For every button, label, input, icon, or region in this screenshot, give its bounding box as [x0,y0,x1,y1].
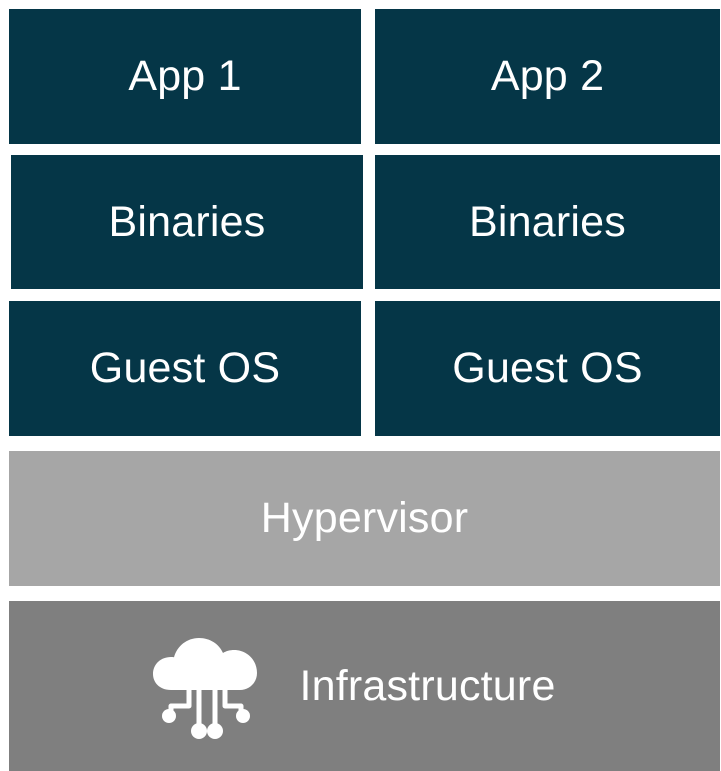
infrastructure-block: Infrastructure [9,601,720,771]
binaries-2-label: Binaries [469,197,626,246]
hypervisor-label: Hypervisor [260,494,469,542]
guest-os-1-block: Guest OS [9,301,361,436]
binaries-1-block: Binaries [11,155,363,289]
binaries-2-block: Binaries [375,155,720,289]
hypervisor-block: Hypervisor [9,451,720,586]
app-2-block: App 2 [375,9,720,144]
guest-os-2-label: Guest OS [452,344,643,392]
app-1-block: App 1 [9,9,361,144]
cloud-network-icon [153,638,258,739]
guest-os-1-label: Guest OS [89,344,281,392]
binaries-1-label: Binaries [108,197,266,246]
app-2-label: App 2 [490,52,605,100]
guest-os-2-block: Guest OS [375,301,720,436]
app-1-label: App 1 [128,52,242,100]
infrastructure-label: Infrastructure [299,661,556,710]
infrastructure-content: Infrastructure [149,632,555,740]
